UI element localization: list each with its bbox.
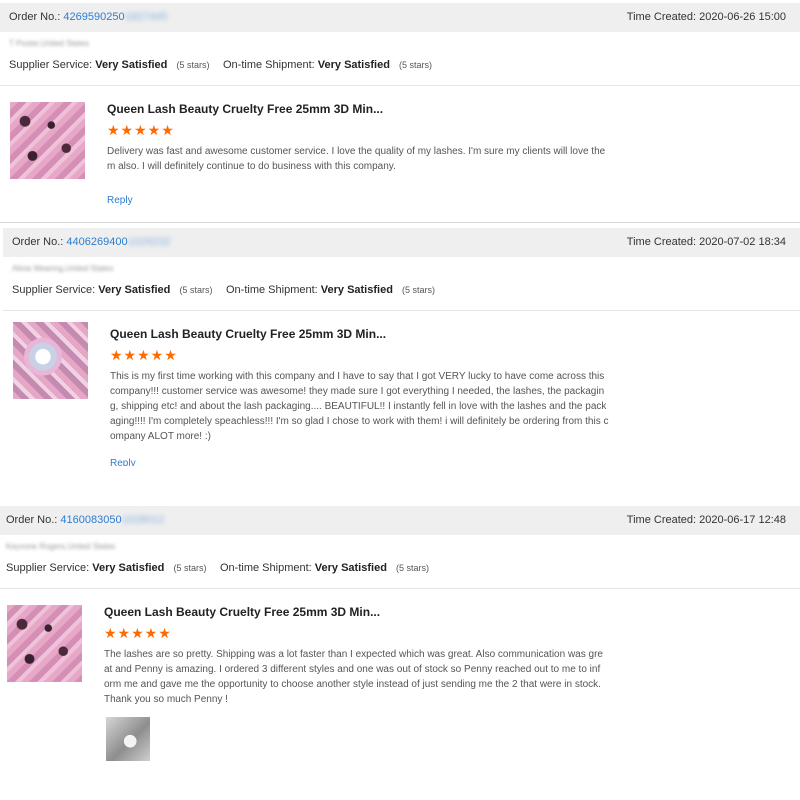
star-rating: ★★★★★	[110, 347, 178, 363]
shipment-stars: (5 stars)	[395, 563, 429, 573]
supplier-service-value: Very Satisfied	[98, 284, 171, 296]
shipment-value: Very Satisfied	[320, 284, 393, 296]
reply-link[interactable]: Reply	[110, 458, 136, 466]
shipment-label: On-time Shipment:	[223, 59, 315, 71]
review-header: Order No.: 44062694001029232 Time Create…	[3, 228, 800, 257]
supplier-service-stars: (5 stars)	[176, 60, 210, 70]
supplier-service-value: Very Satisfied	[92, 562, 165, 574]
service-ratings: Supplier Service: Very Satisfied (5 star…	[12, 284, 435, 296]
shipment-label: On-time Shipment:	[226, 284, 318, 296]
product-title-link[interactable]: Queen Lash Beauty Cruelty Free 25mm 3D M…	[107, 102, 383, 116]
buyer-name: Keyvone Rogers,United States	[6, 542, 116, 551]
divider	[3, 310, 800, 311]
order-number-link[interactable]: 4160083050	[60, 514, 121, 526]
order-label: Order No.:	[12, 236, 64, 248]
divider	[0, 85, 800, 86]
review-header: Order No.: 42695902501827445 Time Create…	[0, 3, 800, 32]
review-text: The lashes are so pretty. Shipping was a…	[104, 649, 603, 705]
product-thumbnail[interactable]	[10, 102, 85, 179]
order-label: Order No.:	[6, 514, 58, 526]
buyer-name: Alivia Wearing,United States	[12, 264, 114, 273]
order-number-link[interactable]: 4269590250	[63, 11, 124, 23]
shipment-label: On-time Shipment:	[220, 562, 312, 574]
order-number-redacted: 1029232	[127, 236, 171, 248]
review-text: This is my first time working with this …	[110, 371, 609, 442]
review-text: Delivery was fast and awesome customer s…	[107, 146, 606, 172]
star-rating: ★★★★★	[107, 122, 175, 138]
shipment-value: Very Satisfied	[314, 562, 387, 574]
review-card: Order No.: 42695902501827445 Time Create…	[0, 3, 800, 224]
time-created: Time Created: 2020-06-26 15:00	[626, 11, 786, 23]
shipment-stars: (5 stars)	[401, 285, 435, 295]
supplier-service-label: Supplier Service:	[6, 562, 90, 574]
reply-link[interactable]: Reply	[107, 195, 133, 206]
shipment-stars: (5 stars)	[398, 60, 432, 70]
supplier-service-stars: (5 stars)	[173, 563, 207, 573]
service-ratings: Supplier Service: Very Satisfied (5 star…	[9, 59, 432, 71]
order-number-redacted: 1028012	[121, 514, 165, 526]
order-number-redacted: 1827445	[124, 11, 168, 23]
supplier-service-stars: (5 stars)	[179, 285, 213, 295]
product-thumbnail[interactable]	[13, 322, 88, 399]
time-created: Time Created: 2020-07-02 18:34	[626, 236, 786, 248]
supplier-service-value: Very Satisfied	[95, 59, 168, 71]
divider	[0, 588, 800, 589]
order-label: Order No.:	[9, 11, 61, 23]
product-title-link[interactable]: Queen Lash Beauty Cruelty Free 25mm 3D M…	[104, 605, 380, 619]
shipment-value: Very Satisfied	[317, 59, 390, 71]
buyer-name: T Poster,United States	[9, 39, 89, 48]
time-created: Time Created: 2020-06-17 12:48	[626, 514, 786, 526]
supplier-service-label: Supplier Service:	[9, 59, 93, 71]
review-card: Order No.: 41600830501028012 Time Create…	[0, 506, 800, 800]
review-header: Order No.: 41600830501028012 Time Create…	[0, 506, 800, 535]
review-card: Order No.: 44062694001029232 Time Create…	[3, 228, 800, 478]
review-photo[interactable]	[106, 717, 150, 761]
supplier-service-label: Supplier Service:	[12, 284, 96, 296]
star-rating: ★★★★★	[104, 625, 172, 641]
product-thumbnail[interactable]	[7, 605, 82, 682]
divider	[0, 222, 800, 223]
order-number-link[interactable]: 4406269400	[66, 236, 127, 248]
product-title-link[interactable]: Queen Lash Beauty Cruelty Free 25mm 3D M…	[110, 327, 386, 341]
service-ratings: Supplier Service: Very Satisfied (5 star…	[6, 562, 429, 574]
